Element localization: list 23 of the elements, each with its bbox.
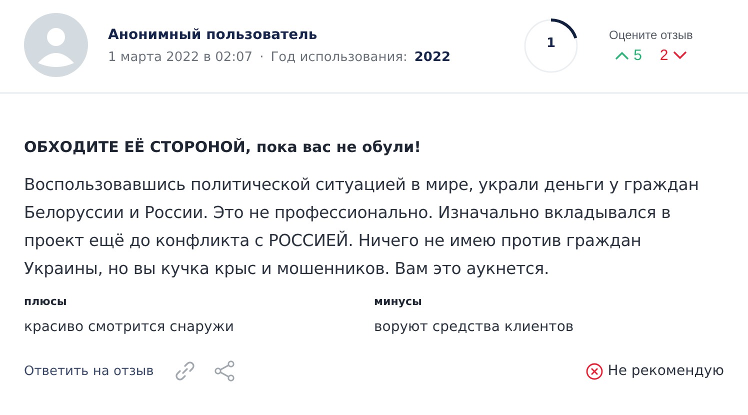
pros-label: плюсы [24,295,68,308]
chevron-up-icon [614,51,629,60]
review-title: ОБХОДИТЕ ЕЁ СТОРОНОЙ, пока вас не обули! [24,138,422,156]
pros-text: красиво смотрится снаружи [24,319,235,335]
share-icon[interactable] [214,360,236,382]
verdict-text: Не рекомендую [608,363,724,379]
upvote-button[interactable]: 5 [614,47,642,64]
avatar-icon [24,13,88,77]
downvote-button[interactable]: 2 [660,47,688,64]
cons-label: минусы [374,295,423,308]
link-icon[interactable] [174,360,196,382]
author-name: Анонимный пользователь [108,27,318,43]
cons-text: воруют средства клиентов [374,319,575,335]
usage-label: Год использования: [270,50,408,65]
separator: · [260,50,264,65]
reply-link[interactable]: Ответить на отзыв [24,364,154,378]
chevron-down-icon [673,51,688,60]
rate-label: Оцените отзыв [609,28,693,42]
review-date: 1 марта 2022 в 02:07 [108,50,253,65]
cross-circle-icon [586,362,603,380]
review-text: Воспользовавшись политической ситуацией в мире, украли деньги у граждан Белоруссии и России. Это не профессионально. Изначально вкладывался в проект ещё до конфликта с РОССИЕЙ. Ничего не имею против граждан Украины, но вы кучка крыс и мошенников. Вам это аукнется. [24,174,700,280]
usage-year: 2022 [414,50,451,65]
score-value: 1 [545,36,557,51]
